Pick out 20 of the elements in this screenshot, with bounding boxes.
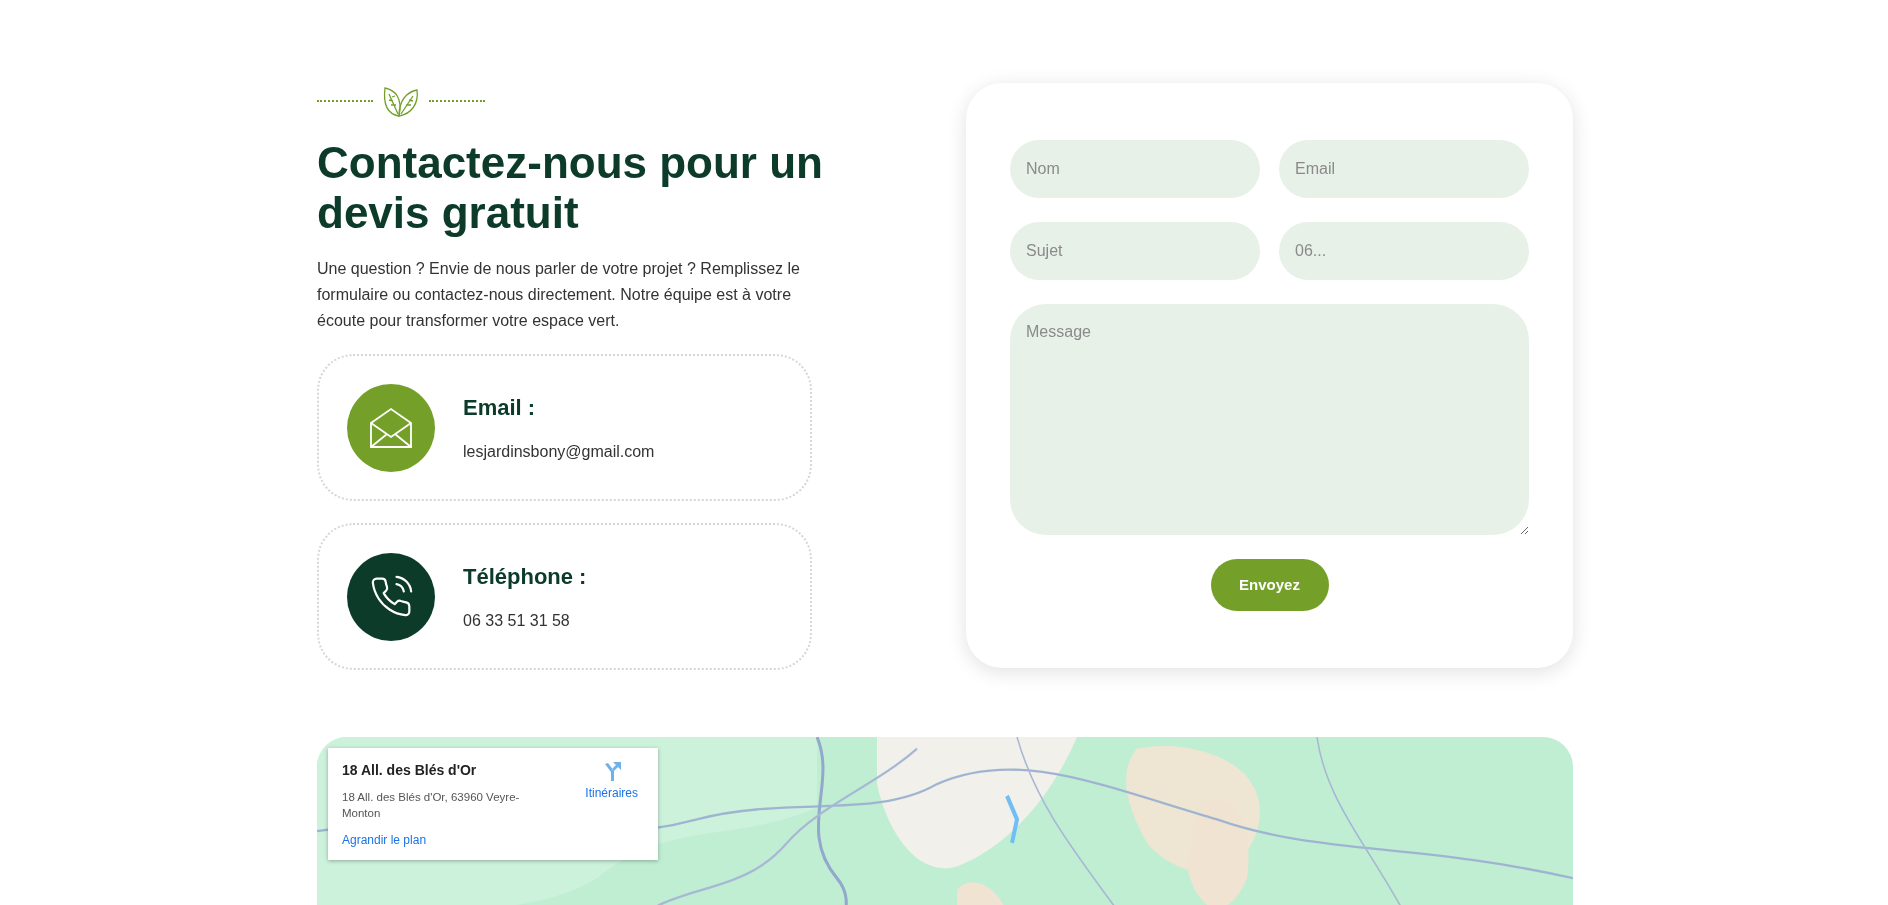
message-field[interactable]: Message	[1010, 304, 1529, 535]
phone-icon	[369, 574, 413, 619]
submit-button[interactable]: Envoyez	[1210, 559, 1329, 611]
envelope-icon	[369, 406, 413, 449]
contact-value: 06 33 51 31 58	[463, 611, 571, 631]
place-title: 18 All. des Blés d'Or	[342, 761, 478, 780]
directions-button[interactable]: Itinéraires	[585, 760, 638, 821]
contact-label: Email :	[463, 394, 537, 422]
input-field[interactable]: 06...	[1279, 222, 1529, 280]
intro-text: Une question ? Envie de nous parler de votre projet ? Remplissez le formulaire ou contactez-nous directement. Notre équipe est à votre écoute pour transformer votre espace vert.	[317, 259, 801, 331]
place-address: 18 All. des Blés d'Or, 63960 Veyre-Monton	[342, 790, 521, 821]
leaf-icon	[381, 84, 421, 118]
enlarge-map-link[interactable]: Agrandir le plan	[342, 831, 644, 849]
input-field[interactable]: Sujet	[1010, 222, 1260, 280]
map[interactable]: 18 All. des Blés d'Or 18 All. des Blés d'Or, 63960 Veyre-Monton Itinéraires Agrandir le plan	[317, 737, 1573, 905]
contact-value: lesjardinsbony@gmail.com	[463, 442, 655, 462]
page-title: Contactez-nous pour un devis gratuit	[317, 138, 824, 238]
input-field[interactable]: Nom	[1010, 140, 1260, 198]
contact-label: Téléphone :	[463, 563, 587, 591]
input-field[interactable]: Email	[1279, 140, 1529, 198]
